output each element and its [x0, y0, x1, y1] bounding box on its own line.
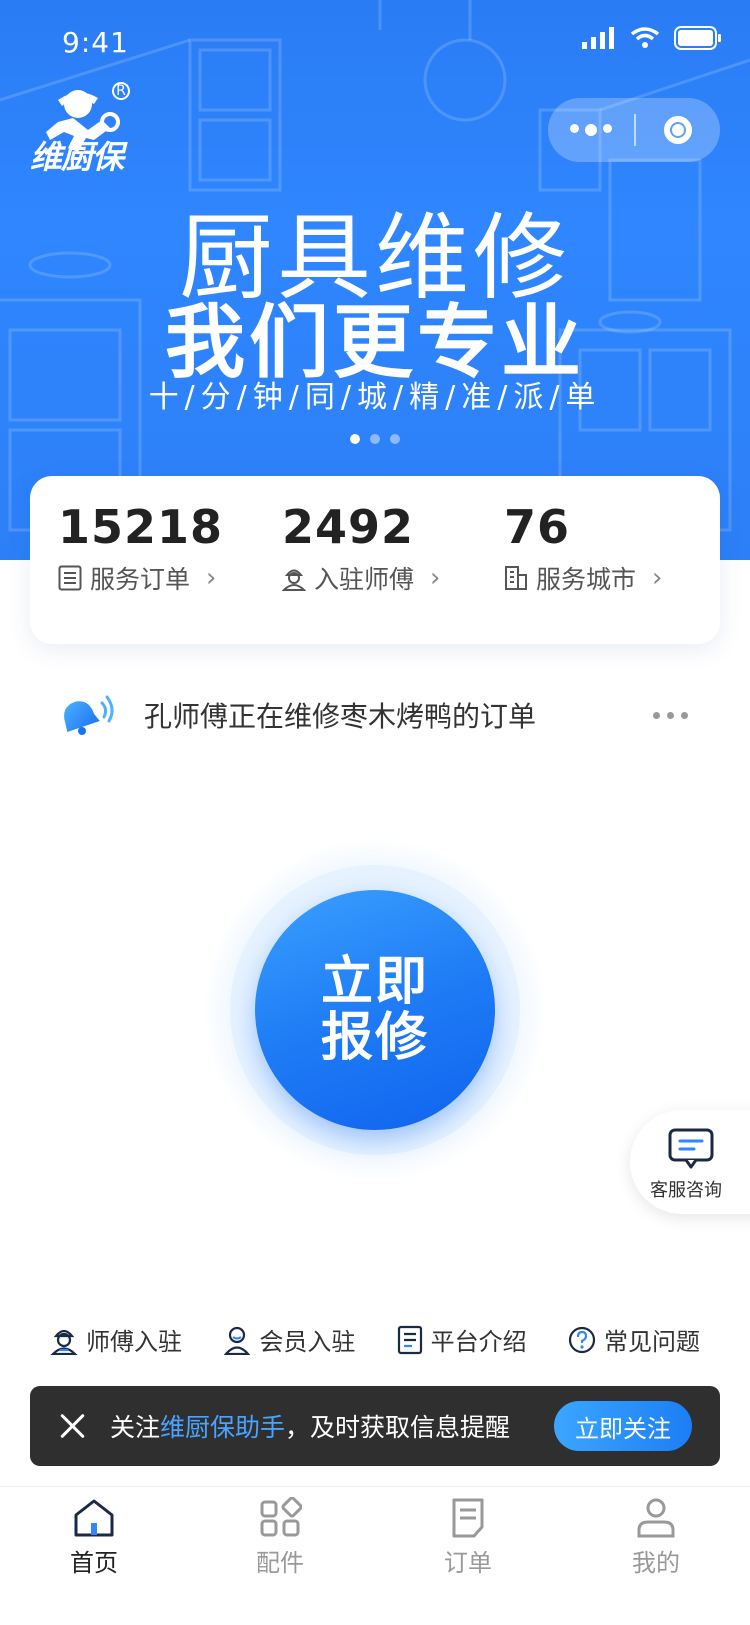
status-icons: [582, 26, 722, 50]
bell-icon: [64, 695, 114, 735]
follow-text: 关注维厨保助手，及时获取信息提醒: [110, 1408, 554, 1444]
member-icon: [224, 1326, 251, 1355]
home-icon: [74, 1499, 114, 1537]
mini-program-capsule: [548, 98, 720, 162]
stat-value: 2492: [282, 500, 415, 554]
bottom-tab-bar: 首页 配件 订单 我的: [0, 1486, 750, 1625]
profile-icon: [637, 1498, 675, 1538]
building-icon: [505, 566, 527, 590]
customer-service-label: 客服咨询: [650, 1180, 722, 1201]
tab-orders[interactable]: 订单: [408, 1497, 528, 1578]
chevron-right-icon: ›: [652, 563, 663, 593]
quick-link-label: 平台介绍: [430, 1328, 527, 1356]
repair-button-line2: 报修: [320, 1008, 429, 1068]
record-icon: [664, 116, 692, 144]
carousel-indicator: [350, 434, 400, 444]
more-menu-button[interactable]: [548, 124, 634, 136]
tab-label: 首页: [70, 1549, 118, 1577]
stat-label: 入驻师傅: [314, 565, 415, 594]
chat-icon: [668, 1128, 714, 1169]
follow-suffix: ，及时获取信息提醒: [285, 1413, 511, 1442]
parts-icon: [260, 1497, 302, 1537]
hero-tagline: 十/分/钟/同/城/精/准/派/单: [148, 380, 602, 415]
registered-mark: R: [112, 82, 130, 100]
stats-card: 15218 服务订单 › 2492 入驻师傅 › 76 服务城市 ›: [30, 476, 720, 644]
document-icon: [397, 1325, 422, 1354]
quick-link-label: 会员入驻: [259, 1328, 356, 1356]
quick-links: 师傅入驻 会员入驻 平台介绍 常见问题: [50, 1322, 700, 1357]
stat-value: 76: [504, 500, 571, 554]
notice-bar[interactable]: 孔师傅正在维修枣木烤鸭的订单: [58, 690, 698, 740]
customer-service-button[interactable]: 客服咨询: [630, 1110, 750, 1214]
carousel-dot[interactable]: [350, 434, 360, 444]
brand-logo-text: 维厨保: [30, 138, 124, 176]
tab-label: 订单: [444, 1549, 492, 1577]
order-icon: [452, 1498, 484, 1538]
quick-link-label: 师傅入驻: [86, 1328, 182, 1356]
tab-parts[interactable]: 配件: [220, 1497, 340, 1578]
close-icon[interactable]: [58, 1412, 86, 1440]
follow-prefix: 关注: [110, 1413, 161, 1442]
repair-button-line1: 立即: [320, 952, 429, 1012]
signal-icon: [582, 27, 614, 49]
chevron-right-icon: ›: [430, 563, 441, 593]
follow-highlight[interactable]: 维厨保助手: [160, 1413, 285, 1442]
quick-link-master-join[interactable]: 师傅入驻: [50, 1322, 182, 1357]
stat-label: 服务订单: [90, 565, 191, 594]
quick-link-member-join[interactable]: 会员入驻: [223, 1322, 355, 1357]
notice-more-icon[interactable]: [653, 711, 688, 719]
tab-home[interactable]: 首页: [34, 1497, 154, 1578]
notice-text: 孔师傅正在维修枣木烤鸭的订单: [144, 700, 537, 733]
stat-cities[interactable]: 76 服务城市 ›: [504, 500, 662, 596]
carousel-dot[interactable]: [370, 434, 380, 444]
worker-icon: [50, 1329, 78, 1355]
wifi-icon: [630, 27, 660, 48]
worker-icon: [282, 569, 306, 591]
chevron-right-icon: ›: [206, 563, 217, 593]
status-time: 9:41: [62, 26, 129, 59]
close-mini-program-button[interactable]: [636, 116, 720, 144]
tab-profile[interactable]: 我的: [596, 1497, 716, 1578]
follow-now-button[interactable]: 立即关注: [554, 1401, 692, 1451]
quick-link-platform-intro[interactable]: 平台介绍: [397, 1322, 527, 1357]
quick-link-faq[interactable]: 常见问题: [568, 1322, 700, 1357]
stat-orders[interactable]: 15218 服务订单 ›: [58, 500, 223, 596]
stat-label: 服务城市: [536, 565, 637, 594]
repair-now-button[interactable]: 立即 报修: [255, 890, 495, 1130]
question-icon: [568, 1326, 596, 1353]
quick-link-label: 常见问题: [603, 1328, 700, 1356]
stat-value: 15218: [58, 500, 224, 554]
stat-masters[interactable]: 2492 入驻师傅 ›: [282, 500, 440, 596]
tab-label: 配件: [256, 1549, 304, 1577]
carousel-dot[interactable]: [390, 434, 400, 444]
tab-label: 我的: [632, 1549, 680, 1577]
battery-icon: [674, 26, 721, 50]
list-icon: [58, 565, 82, 591]
follow-banner: 关注维厨保助手，及时获取信息提醒 立即关注: [30, 1386, 720, 1466]
